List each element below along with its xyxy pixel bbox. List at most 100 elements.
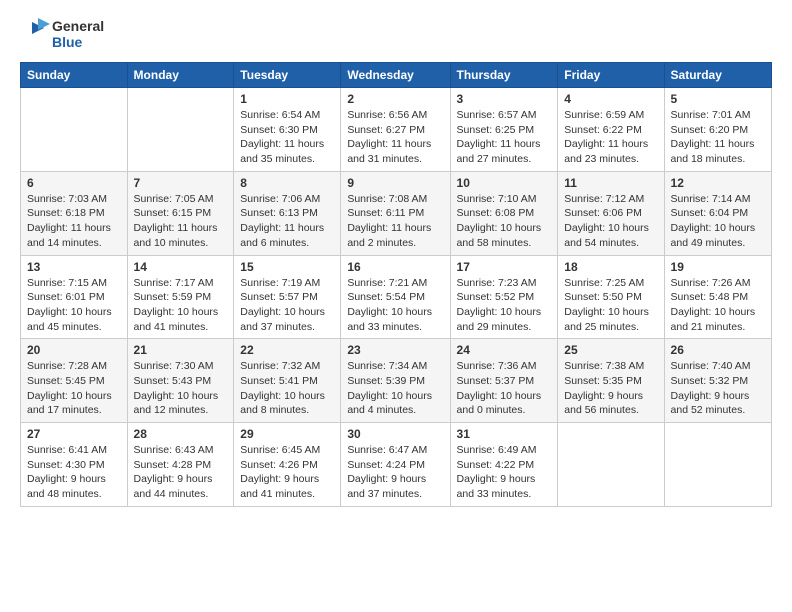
cell-details: Sunrise: 6:49 AM Sunset: 4:22 PM Dayligh… — [457, 443, 552, 502]
calendar-cell: 11 Sunrise: 7:12 AM Sunset: 6:06 PM Dayli… — [558, 171, 664, 255]
day-number: 22 — [240, 343, 334, 357]
day-number: 6 — [27, 176, 121, 190]
calendar-cell: 26Sunrise: 7:40 AM Sunset: 5:32 PM Dayli… — [664, 339, 771, 423]
calendar-cell: 6 Sunrise: 7:03 AM Sunset: 6:18 PM Daylig… — [21, 171, 128, 255]
day-number: 30 — [347, 427, 443, 441]
day-number: 25 — [564, 343, 657, 357]
weekday-header-cell: Sunday — [21, 63, 128, 88]
day-number: 13 — [27, 260, 121, 274]
cell-details: Sunrise: 6:59 AM Sunset: 6:22 PM Dayligh… — [564, 108, 657, 167]
calendar-cell: 28Sunrise: 6:43 AM Sunset: 4:28 PM Dayli… — [127, 423, 234, 507]
cell-details: Sunrise: 6:56 AM Sunset: 6:27 PM Dayligh… — [347, 108, 443, 167]
calendar-cell: 23 Sunrise: 7:34 AM Sunset: 5:39 PM Dayli… — [341, 339, 450, 423]
logo-bird-icon — [20, 16, 52, 52]
calendar-cell: 9Sunrise: 7:08 AM Sunset: 6:11 PM Daylig… — [341, 171, 450, 255]
cell-details: Sunrise: 7:28 AM Sunset: 5:45 PM Dayligh… — [27, 359, 121, 418]
day-number: 2 — [347, 92, 443, 106]
day-number: 29 — [240, 427, 334, 441]
cell-details: Sunrise: 7:32 AM Sunset: 5:41 PM Dayligh… — [240, 359, 334, 418]
day-number: 11 — [564, 176, 657, 190]
calendar-cell: 10Sunrise: 7:10 AM Sunset: 6:08 PM Dayli… — [450, 171, 558, 255]
cell-details: Sunrise: 7:03 AM Sunset: 6:18 PM Dayligh… — [27, 192, 121, 251]
day-number: 24 — [457, 343, 552, 357]
weekday-header-cell: Thursday — [450, 63, 558, 88]
day-number: 18 — [564, 260, 657, 274]
calendar-cell: 22 Sunrise: 7:32 AM Sunset: 5:41 PM Dayli… — [234, 339, 341, 423]
day-number: 14 — [134, 260, 228, 274]
cell-details: Sunrise: 7:38 AM Sunset: 5:35 PM Dayligh… — [564, 359, 657, 418]
calendar-cell: 30 Sunrise: 6:47 AM Sunset: 4:24 PM Dayli… — [341, 423, 450, 507]
calendar-week-row: 1 Sunrise: 6:54 AM Sunset: 6:30 PM Daylig… — [21, 88, 772, 172]
cell-details: Sunrise: 7:30 AM Sunset: 5:43 PM Dayligh… — [134, 359, 228, 418]
weekday-header-cell: Saturday — [664, 63, 771, 88]
calendar-cell: 27Sunrise: 6:41 AM Sunset: 4:30 PM Dayli… — [21, 423, 128, 507]
calendar-week-row: 20 Sunrise: 7:28 AM Sunset: 5:45 PM Dayli… — [21, 339, 772, 423]
day-number: 31 — [457, 427, 552, 441]
day-number: 19 — [671, 260, 765, 274]
calendar-cell: 14 Sunrise: 7:17 AM Sunset: 5:59 PM Dayli… — [127, 255, 234, 339]
cell-details: Sunrise: 7:36 AM Sunset: 5:37 PM Dayligh… — [457, 359, 552, 418]
day-number: 3 — [457, 92, 552, 106]
calendar-cell: 5 Sunrise: 7:01 AM Sunset: 6:20 PM Daylig… — [664, 88, 771, 172]
calendar-cell: 8Sunrise: 7:06 AM Sunset: 6:13 PM Daylig… — [234, 171, 341, 255]
day-number: 15 — [240, 260, 334, 274]
day-number: 26 — [671, 343, 765, 357]
calendar-week-row: 6 Sunrise: 7:03 AM Sunset: 6:18 PM Daylig… — [21, 171, 772, 255]
calendar-table: SundayMondayTuesdayWednesdayThursdayFrid… — [20, 62, 772, 507]
cell-details: Sunrise: 7:19 AM Sunset: 5:57 PM Dayligh… — [240, 276, 334, 335]
day-number: 12 — [671, 176, 765, 190]
cell-details: Sunrise: 7:10 AM Sunset: 6:08 PM Dayligh… — [457, 192, 552, 251]
calendar-header: SundayMondayTuesdayWednesdayThursdayFrid… — [21, 63, 772, 88]
calendar-cell: 24 Sunrise: 7:36 AM Sunset: 5:37 PM Dayli… — [450, 339, 558, 423]
cell-details: Sunrise: 7:15 AM Sunset: 6:01 PM Dayligh… — [27, 276, 121, 335]
calendar-cell: 4Sunrise: 6:59 AM Sunset: 6:22 PM Daylig… — [558, 88, 664, 172]
calendar-cell: 7 Sunrise: 7:05 AM Sunset: 6:15 PM Daylig… — [127, 171, 234, 255]
cell-details: Sunrise: 7:34 AM Sunset: 5:39 PM Dayligh… — [347, 359, 443, 418]
day-number: 20 — [27, 343, 121, 357]
cell-details: Sunrise: 7:25 AM Sunset: 5:50 PM Dayligh… — [564, 276, 657, 335]
cell-details: Sunrise: 7:12 AM Sunset: 6:06 PM Dayligh… — [564, 192, 657, 251]
calendar-cell: 13 Sunrise: 7:15 AM Sunset: 6:01 PM Dayli… — [21, 255, 128, 339]
calendar-week-row: 27Sunrise: 6:41 AM Sunset: 4:30 PM Dayli… — [21, 423, 772, 507]
calendar-cell: 20 Sunrise: 7:28 AM Sunset: 5:45 PM Dayli… — [21, 339, 128, 423]
day-number: 28 — [134, 427, 228, 441]
calendar-cell: 21 Sunrise: 7:30 AM Sunset: 5:43 PM Dayli… — [127, 339, 234, 423]
calendar-cell: 1 Sunrise: 6:54 AM Sunset: 6:30 PM Daylig… — [234, 88, 341, 172]
day-number: 9 — [347, 176, 443, 190]
cell-details: Sunrise: 7:05 AM Sunset: 6:15 PM Dayligh… — [134, 192, 228, 251]
calendar-week-row: 13 Sunrise: 7:15 AM Sunset: 6:01 PM Dayli… — [21, 255, 772, 339]
cell-details: Sunrise: 7:14 AM Sunset: 6:04 PM Dayligh… — [671, 192, 765, 251]
cell-details: Sunrise: 6:47 AM Sunset: 4:24 PM Dayligh… — [347, 443, 443, 502]
day-number: 1 — [240, 92, 334, 106]
cell-details: Sunrise: 7:01 AM Sunset: 6:20 PM Dayligh… — [671, 108, 765, 167]
calendar-cell: 29Sunrise: 6:45 AM Sunset: 4:26 PM Dayli… — [234, 423, 341, 507]
calendar-cell — [21, 88, 128, 172]
calendar-cell: 18 Sunrise: 7:25 AM Sunset: 5:50 PM Dayli… — [558, 255, 664, 339]
calendar-cell: 3Sunrise: 6:57 AM Sunset: 6:25 PM Daylig… — [450, 88, 558, 172]
weekday-header-cell: Wednesday — [341, 63, 450, 88]
weekday-header-row: SundayMondayTuesdayWednesdayThursdayFrid… — [21, 63, 772, 88]
calendar-body: 1 Sunrise: 6:54 AM Sunset: 6:30 PM Daylig… — [21, 88, 772, 507]
page: GeneralBlue SundayMondayTuesdayWednesday… — [0, 0, 792, 517]
cell-details: Sunrise: 7:17 AM Sunset: 5:59 PM Dayligh… — [134, 276, 228, 335]
day-number: 21 — [134, 343, 228, 357]
calendar-cell: 17Sunrise: 7:23 AM Sunset: 5:52 PM Dayli… — [450, 255, 558, 339]
cell-details: Sunrise: 7:23 AM Sunset: 5:52 PM Dayligh… — [457, 276, 552, 335]
cell-details: Sunrise: 6:54 AM Sunset: 6:30 PM Dayligh… — [240, 108, 334, 167]
day-number: 7 — [134, 176, 228, 190]
day-number: 16 — [347, 260, 443, 274]
cell-details: Sunrise: 6:41 AM Sunset: 4:30 PM Dayligh… — [27, 443, 121, 502]
logo: GeneralBlue — [20, 16, 104, 52]
calendar-cell — [558, 423, 664, 507]
weekday-header-cell: Tuesday — [234, 63, 341, 88]
weekday-header-cell: Friday — [558, 63, 664, 88]
logo-blue-text: Blue — [52, 34, 104, 50]
logo-general-text: General — [52, 18, 104, 34]
calendar-cell: 19Sunrise: 7:26 AM Sunset: 5:48 PM Dayli… — [664, 255, 771, 339]
day-number: 8 — [240, 176, 334, 190]
weekday-header-cell: Monday — [127, 63, 234, 88]
calendar-cell: 31 Sunrise: 6:49 AM Sunset: 4:22 PM Dayli… — [450, 423, 558, 507]
calendar-cell: 16Sunrise: 7:21 AM Sunset: 5:54 PM Dayli… — [341, 255, 450, 339]
day-number: 23 — [347, 343, 443, 357]
day-number: 5 — [671, 92, 765, 106]
